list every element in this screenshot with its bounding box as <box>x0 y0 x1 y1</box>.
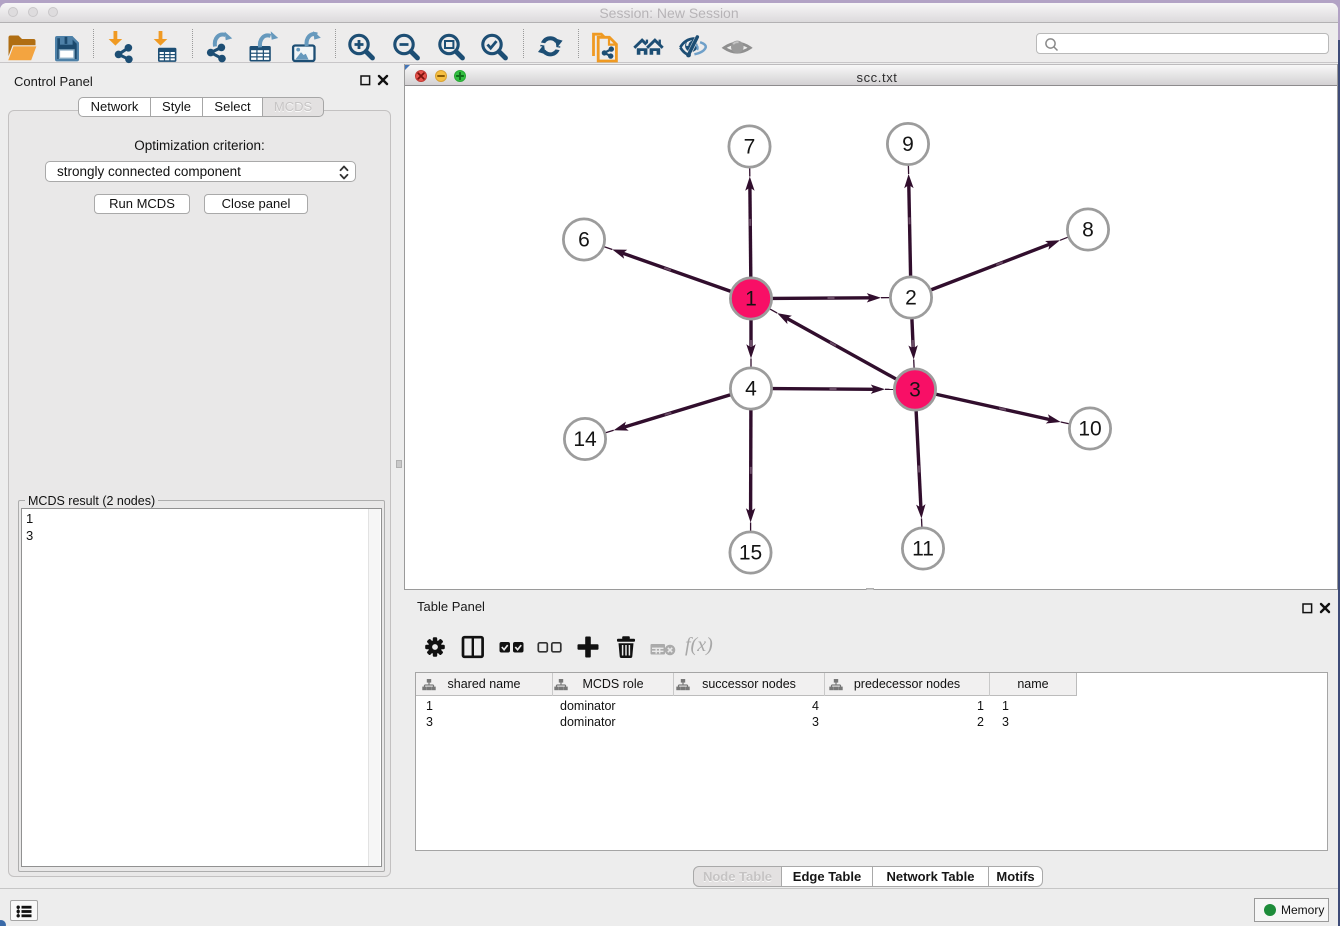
svg-text:14: 14 <box>573 428 597 451</box>
svg-text:7: 7 <box>744 136 756 159</box>
svg-text:8: 8 <box>1082 219 1094 242</box>
svg-text:2: 2 <box>905 287 917 310</box>
svg-text:9: 9 <box>902 133 914 156</box>
svg-text:11: 11 <box>912 538 934 561</box>
svg-text:15: 15 <box>739 542 762 565</box>
svg-text:10: 10 <box>1078 418 1101 441</box>
svg-text:6: 6 <box>578 229 590 252</box>
svg-text:3: 3 <box>909 379 921 402</box>
svg-text:1: 1 <box>745 288 757 311</box>
svg-text:4: 4 <box>745 378 757 401</box>
